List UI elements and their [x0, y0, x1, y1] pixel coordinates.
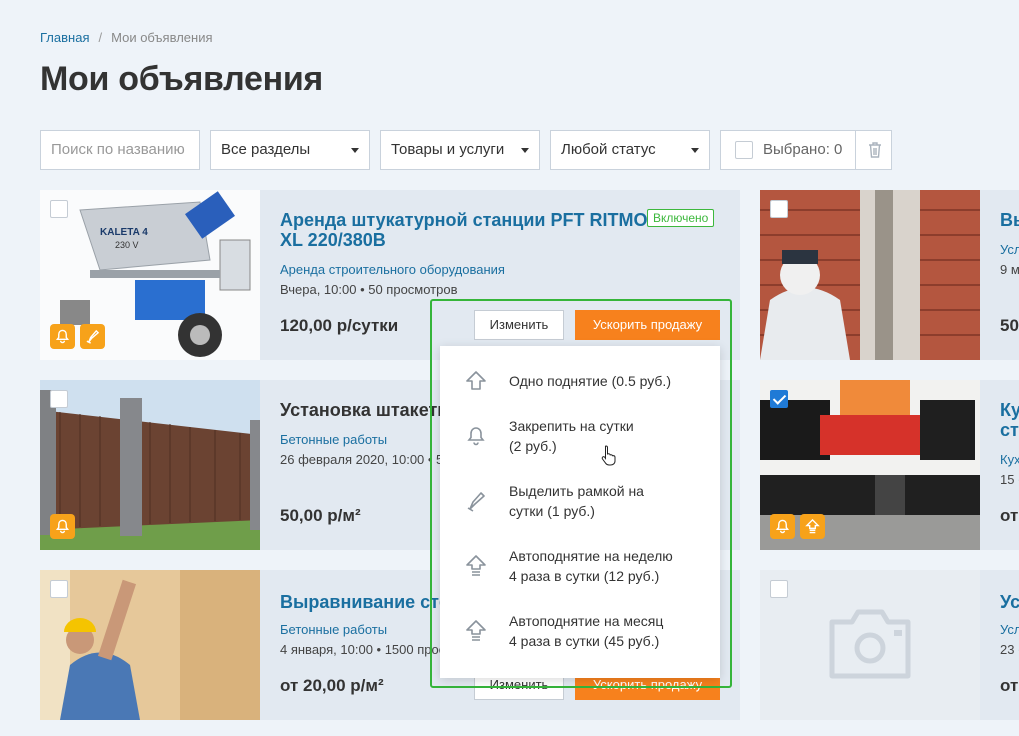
- listing-card: Вы Усл 9 м 50: [760, 190, 1019, 360]
- listing-checkbox-checked[interactable]: [770, 390, 788, 408]
- listing-checkbox[interactable]: [770, 200, 788, 218]
- bell-icon: [770, 514, 795, 539]
- breadcrumb: Главная / Мои объявления: [40, 30, 213, 45]
- bell-icon: [50, 324, 75, 349]
- boost-dropdown-menu: Одно поднятие (0.5 руб.) Закрепить на су…: [440, 346, 720, 678]
- chevron-down-icon: [691, 148, 699, 153]
- svg-text:230 V: 230 V: [115, 240, 139, 250]
- divider: [855, 131, 856, 169]
- listing-title[interactable]: Аренда штукатурной станции PFT RITMO XL 2…: [280, 210, 647, 250]
- boost-option-label: Выделить рамкой на сутки (1 руб.): [509, 483, 644, 519]
- listing-meta: 15 (: [1000, 472, 1019, 487]
- select-all-checkbox[interactable]: [735, 141, 753, 159]
- svg-text:KALETA 4: KALETA 4: [100, 227, 148, 238]
- listing-checkbox[interactable]: [50, 200, 68, 218]
- listing-title-line1: Ку: [1000, 400, 1019, 420]
- auto-lift-icon: [466, 555, 486, 576]
- listing-price: от: [1000, 676, 1019, 695]
- camera-icon: [829, 609, 911, 679]
- listing-meta: 23 (: [1000, 642, 1019, 657]
- listing-category[interactable]: Кух: [1000, 452, 1019, 467]
- listing-category[interactable]: Бетонные работы: [280, 622, 387, 637]
- listing-photo-placeholder[interactable]: [760, 570, 980, 720]
- chevron-down-icon: [351, 148, 359, 153]
- boost-option-lift-once[interactable]: Одно поднятие (0.5 руб.): [440, 351, 720, 411]
- section-select[interactable]: Все разделы: [210, 130, 370, 170]
- hand-cursor-icon: [601, 445, 616, 466]
- auto-lift-icon: [466, 620, 486, 641]
- breadcrumb-home-link[interactable]: Главная: [40, 30, 89, 45]
- listing-price: 50,00 р/м²: [280, 506, 361, 525]
- section-select-value: Все разделы: [221, 141, 311, 158]
- listing-meta: 4 января, 10:00 • 1500 прос: [280, 642, 446, 657]
- trash-icon[interactable]: [867, 141, 883, 159]
- listing-category[interactable]: Бетонные работы: [280, 432, 387, 447]
- listing-category[interactable]: Усл: [1000, 242, 1019, 257]
- listing-meta: Вчера, 10:00 • 50 просмотров: [280, 282, 458, 297]
- listing-title-line1: Аренда штукатурной станции PFT RITMO: [280, 210, 648, 230]
- breadcrumb-current: Мои объявления: [111, 30, 213, 45]
- worker-wall-image: [40, 570, 260, 720]
- status-select[interactable]: Любой статус: [550, 130, 710, 170]
- highlight-frame-icon: [467, 492, 485, 512]
- boost-option-autolift-week[interactable]: Автоподнятие на неделю 4 раза в сутки (1…: [440, 536, 720, 596]
- highlight-frame-icon: [80, 324, 105, 349]
- listing-title[interactable]: Вы: [1000, 210, 1019, 230]
- listing-checkbox[interactable]: [50, 390, 68, 408]
- selected-counter: Выбрано: 0: [720, 130, 892, 170]
- listing-title[interactable]: Выравнивание сте: [280, 592, 449, 612]
- boost-option-autolift-month[interactable]: Автоподнятие на месяц 4 раза в сутки (45…: [440, 601, 720, 661]
- listing-checkbox[interactable]: [50, 580, 68, 598]
- worker-brick-wall-image: [760, 190, 980, 360]
- listing-category[interactable]: Аренда строительного оборудования: [280, 262, 505, 277]
- search-input[interactable]: Поиск по названию: [40, 130, 200, 170]
- listing-photo[interactable]: [760, 190, 980, 360]
- listing-title[interactable]: Установка штакетн: [280, 400, 448, 420]
- listing-photo[interactable]: [40, 570, 260, 720]
- listing-meta: 9 м: [1000, 262, 1019, 277]
- breadcrumb-separator: /: [98, 30, 103, 45]
- arrow-up-icon: [466, 371, 486, 390]
- pin-bell-icon: [467, 427, 485, 446]
- boost-option-highlight-frame[interactable]: Выделить рамкой на сутки (1 руб.): [440, 471, 720, 531]
- listing-price: 50: [1000, 316, 1019, 335]
- listing-price: 120,00 р/сутки: [280, 316, 399, 335]
- auto-lift-icon: [800, 514, 825, 539]
- boost-option-label: Автоподнятие на неделю 4 раза в сутки (1…: [509, 548, 673, 584]
- bell-icon: [50, 514, 75, 539]
- listing-price: от 20,00 р/м²: [280, 676, 384, 695]
- boost-option-label: Автоподнятие на месяц 4 раза в сутки (45…: [509, 613, 664, 649]
- listing-checkbox[interactable]: [770, 580, 788, 598]
- listing-card: Ус Усл 23 ( от: [760, 570, 1019, 720]
- boost-option-pin-day[interactable]: Закрепить на сутки (2 руб.): [440, 406, 720, 466]
- page-title: Мои объявления: [40, 60, 323, 98]
- type-select-value: Товары и услуги: [391, 141, 505, 158]
- status-badge: Включено: [647, 209, 715, 227]
- listing-title-line2: XL 220/380В: [280, 230, 386, 250]
- listing-title-line2: ст: [1000, 420, 1019, 440]
- listing-title[interactable]: Ус: [1000, 592, 1019, 612]
- listing-card: Куст Кух 15 ( от: [760, 380, 1019, 550]
- listing-price: от: [1000, 506, 1019, 525]
- chevron-down-icon: [521, 148, 529, 153]
- listing-category[interactable]: Усл: [1000, 622, 1019, 637]
- boost-option-label: Одно поднятие (0.5 руб.): [509, 373, 671, 389]
- type-select[interactable]: Товары и услуги: [380, 130, 540, 170]
- listing-meta: 26 февраля 2020, 10:00 • 5: [280, 452, 444, 467]
- listing-title[interactable]: Ку ст: [1000, 400, 1019, 440]
- status-select-value: Любой статус: [561, 141, 656, 158]
- selected-count-label: Выбрано: 0: [763, 141, 843, 158]
